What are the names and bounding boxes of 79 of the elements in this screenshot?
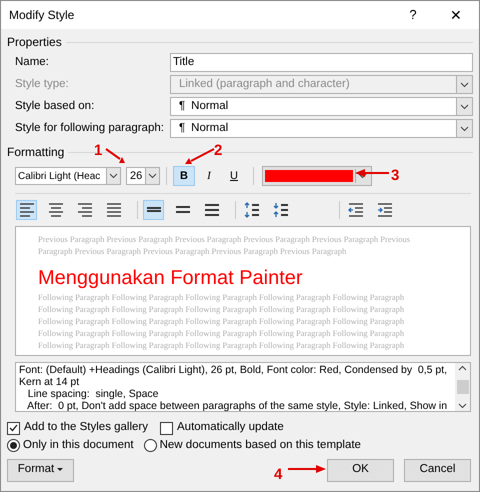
cancel-button[interactable]: Cancel (404, 458, 471, 482)
decrease-indent-icon (348, 202, 364, 218)
checkbox[interactable] (7, 422, 20, 434)
chevron-down-icon (109, 173, 118, 179)
scroll-thumb[interactable] (456, 380, 468, 394)
dropdown-value: Normal (191, 120, 228, 136)
caret-icon (57, 468, 64, 472)
chevron-down-icon (460, 126, 469, 132)
align-center-icon (48, 202, 64, 218)
description-text: After: 0 pt, Don't add space between paragraphs of the same style, Style: Linked, Show in (26, 400, 448, 411)
dropdown-value: Normal (191, 98, 228, 114)
description-text: Kern at 14 pt (19, 376, 80, 388)
dropdown-field[interactable]: ¶ Normal (170, 97, 473, 116)
annotation-arrow (105, 148, 125, 164)
help-button[interactable]: ? (393, 1, 433, 29)
radio-label: Only in this document (23, 438, 134, 453)
paragraph-spacing-icon (272, 202, 288, 218)
chevron-down-icon (458, 403, 467, 409)
text-style-button[interactable]: I (198, 166, 220, 186)
section-heading: Properties (7, 34, 62, 51)
dropdown-field[interactable]: ¶ Normal (170, 119, 473, 138)
increase-indent-icon (376, 202, 392, 218)
annotation-arrow (185, 148, 215, 165)
preview-previous-text: Paragraph Previous Paragraph Previous Paragraph Previous Paragraph Previous Paragraph (38, 245, 348, 257)
field-label: Name: (15, 54, 50, 70)
preview-following-text: Following Paragraph Following Paragraph Following Paragraph Following Paragraph Following Paragraph (38, 315, 406, 327)
field-label: Style type: (15, 76, 70, 92)
radio-button[interactable] (7, 439, 20, 452)
pilcrow-icon: ¶ (178, 98, 186, 116)
format-menu-button[interactable]: Format (7, 458, 74, 482)
radio-button[interactable] (144, 439, 157, 452)
chevron-down-icon (358, 173, 367, 179)
ok-button[interactable]: OK (327, 458, 394, 482)
annotation-arrow (288, 464, 326, 474)
preview-following-text: Following Paragraph Following Paragraph Following Paragraph Following Paragraph Following Paragraph (38, 291, 406, 303)
paragraph-format-button[interactable] (143, 200, 164, 220)
field-label: Style based on: (15, 98, 96, 114)
paragraph-format-button[interactable] (16, 200, 37, 220)
paragraph-spacing-icon (244, 202, 260, 218)
text-style-button[interactable]: U (223, 166, 245, 186)
checkbox[interactable] (160, 422, 174, 434)
window-title: Modify Style (9, 7, 76, 24)
section-heading: Formatting (7, 144, 64, 161)
text-style-button[interactable]: B (173, 166, 195, 186)
description-text: Line spacing: single, Space (26, 388, 160, 400)
preview-following-text: Following Paragraph Following Paragraph Following Paragraph Following Paragraph Following Paragraph (38, 303, 406, 315)
annotation-number: 3 (391, 166, 400, 186)
font-color-dropdown[interactable] (262, 166, 372, 186)
scrollbar[interactable] (455, 363, 470, 411)
checkbox-label: Automatically update (177, 420, 284, 436)
preview-sample-text: Menggunakan Format Painter (38, 266, 304, 291)
description-text: Font: (Default) +Headings (Calibri Light), 26 pt, Bold, Font color: Red, Condensed by 0,5 pt, (19, 364, 448, 376)
chevron-down-icon (148, 173, 157, 179)
annotation-number: 2 (214, 141, 222, 161)
justify-icon (106, 202, 122, 218)
size-dropdown[interactable]: 26 (126, 167, 160, 185)
chevron-down-icon (460, 104, 469, 110)
dropdown-value: Linked (paragraph and character) (178, 76, 350, 92)
close-button[interactable]: ✕ (433, 1, 479, 29)
align-right-icon (76, 202, 92, 218)
checkbox-label: Add to the Styles gallery (24, 420, 148, 436)
line-spacing-icon (204, 202, 220, 218)
chevron-down-icon (460, 82, 469, 88)
font-dropdown[interactable]: Calibri Light (Heac (15, 167, 121, 185)
preview-following-text: Following Paragraph Following Paragraph Following Paragraph Following Paragraph Following Paragraph (38, 339, 406, 351)
annotation-number: 4 (274, 465, 282, 485)
preview-following-text: Following Paragraph Following Paragraph Following Paragraph Following Paragraph Following Paragraph (38, 327, 406, 339)
checkmark-icon (9, 424, 18, 432)
name-field[interactable]: Title (170, 53, 473, 72)
scroll-up-icon (458, 365, 467, 371)
font-size: 26 (129, 168, 144, 184)
align-left-icon (18, 202, 34, 218)
radio-label: New documents based on this template (160, 438, 361, 453)
annotation-arrow (355, 168, 389, 178)
annotation-number: 1 (94, 141, 102, 161)
preview-previous-text: Previous Paragraph Previous Paragraph Previous Paragraph Previous Paragraph Previous Paragraph Previous (38, 233, 412, 245)
pilcrow-icon: ¶ (178, 120, 186, 138)
font-name: Calibri Light (Heac (17, 170, 102, 184)
field-label: Style for following paragraph: (15, 120, 165, 136)
